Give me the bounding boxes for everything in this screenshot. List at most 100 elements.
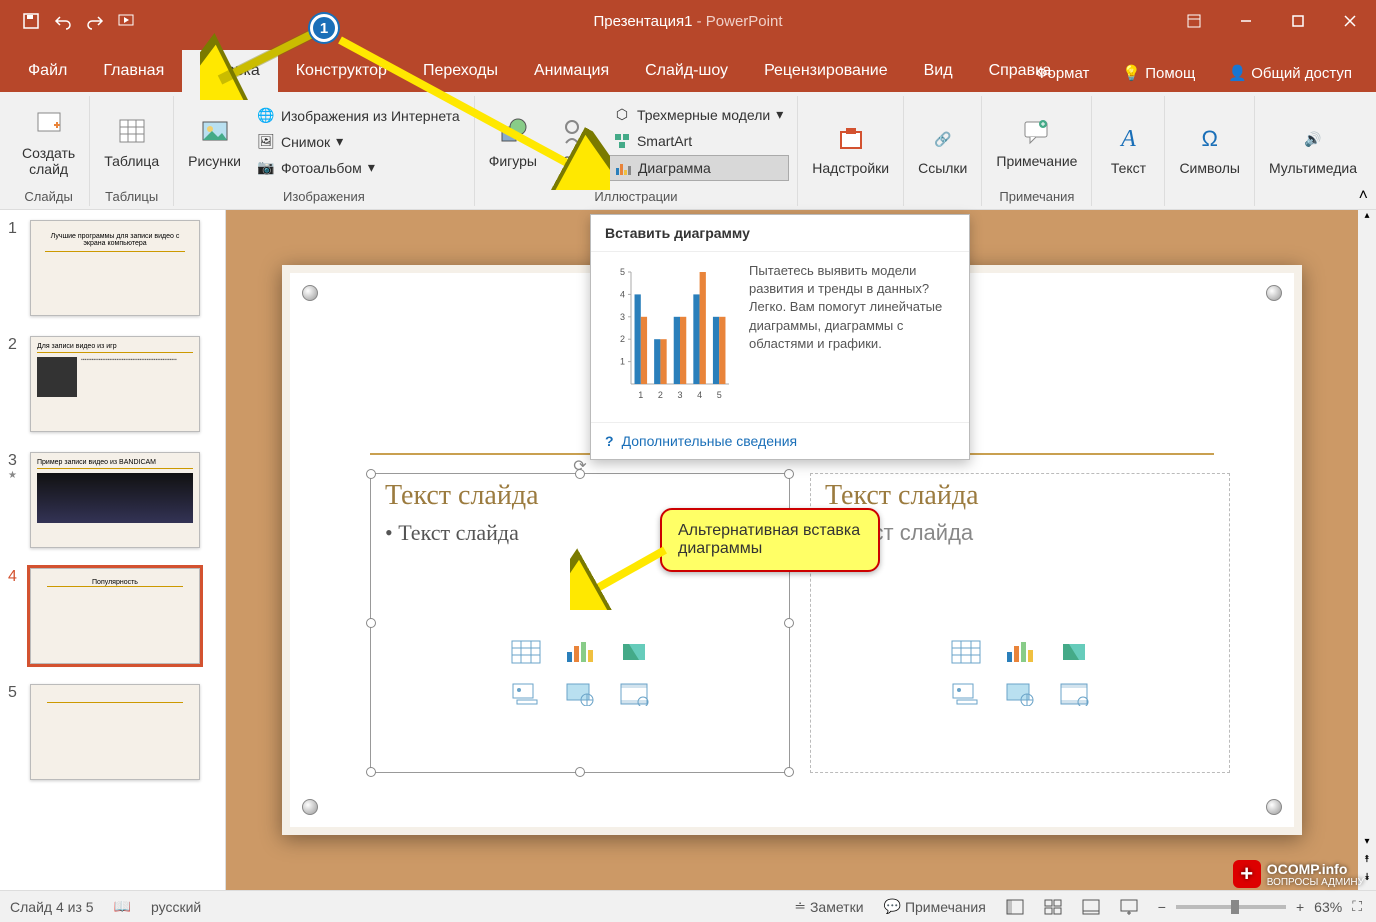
tab-review[interactable]: Рецензирование bbox=[746, 50, 906, 92]
decorative-rivet bbox=[1266, 799, 1282, 815]
tellme-button[interactable]: 💡 Помощ bbox=[1108, 54, 1209, 92]
insert-table-icon[interactable] bbox=[948, 638, 984, 666]
resize-handle[interactable] bbox=[575, 767, 585, 777]
tab-view[interactable]: Вид bbox=[906, 50, 971, 92]
tooltip-more-info-link[interactable]: ? Дополнительные сведения bbox=[591, 422, 969, 459]
insert-smartart-icon[interactable] bbox=[616, 638, 652, 666]
text-button[interactable]: AТекст bbox=[1100, 118, 1156, 180]
zoom-out-icon[interactable]: − bbox=[1154, 897, 1170, 917]
insert-online-picture-icon[interactable] bbox=[1002, 680, 1038, 708]
chart-button[interactable]: Диаграмма bbox=[607, 155, 789, 181]
resize-handle[interactable] bbox=[784, 618, 794, 628]
shapes-icon bbox=[496, 115, 530, 149]
tab-slideshow[interactable]: Слайд-шоу bbox=[627, 50, 746, 92]
close-icon[interactable] bbox=[1324, 0, 1376, 42]
svg-text:2: 2 bbox=[620, 334, 625, 344]
resize-handle[interactable] bbox=[784, 469, 794, 479]
screenshot-icon: 🖼 bbox=[257, 133, 275, 151]
links-button[interactable]: 🔗Ссылки bbox=[912, 118, 973, 180]
sorter-view-icon[interactable] bbox=[1040, 897, 1066, 917]
insert-video-icon[interactable] bbox=[1056, 680, 1092, 708]
fit-to-window-icon[interactable]: ⛶ bbox=[1348, 896, 1366, 917]
resize-handle[interactable] bbox=[366, 618, 376, 628]
thumb-2[interactable]: Для записи видео из игр▪▪▪▪▪▪▪▪▪▪▪▪▪▪▪▪▪… bbox=[30, 336, 200, 432]
insert-video-icon[interactable] bbox=[616, 680, 652, 708]
comment-button[interactable]: Примечание bbox=[990, 111, 1083, 173]
zoom-in-icon[interactable]: + bbox=[1292, 897, 1308, 917]
resize-handle[interactable] bbox=[366, 469, 376, 479]
reading-view-icon[interactable] bbox=[1078, 897, 1104, 917]
thumb-number: 1 bbox=[8, 220, 22, 238]
screenshot-button[interactable]: 🖼Снимок ▾ bbox=[251, 130, 466, 154]
watermark: + OCOMP.infoВОПРОСЫ АДМИНУ bbox=[1233, 860, 1364, 888]
collapse-ribbon-icon[interactable]: ˄ bbox=[1359, 187, 1368, 205]
media-button[interactable]: 🔊Мультимедиа bbox=[1263, 118, 1363, 180]
3d-models-button[interactable]: ⬡Трехмерные модели ▾ bbox=[607, 103, 789, 127]
insert-picture-icon[interactable] bbox=[508, 680, 544, 708]
annotation-marker-1: 1 bbox=[310, 14, 338, 42]
decorative-rivet bbox=[302, 285, 318, 301]
photo-album-button[interactable]: 📷Фотоальбом ▾ bbox=[251, 156, 466, 180]
ribbon-display-icon[interactable] bbox=[1168, 0, 1220, 42]
tooltip-title: Вставить диаграмму bbox=[591, 215, 969, 252]
table-button[interactable]: Таблица bbox=[98, 111, 165, 173]
comments-button[interactable]: 💬 Примечания bbox=[880, 896, 990, 917]
insert-picture-icon[interactable] bbox=[948, 680, 984, 708]
notes-button[interactable]: ≐ Заметки bbox=[790, 896, 867, 917]
redo-icon[interactable] bbox=[84, 10, 106, 32]
share-button[interactable]: 👤 Общий доступ bbox=[1214, 54, 1366, 92]
group-slides-label: Слайды bbox=[24, 187, 72, 206]
start-slideshow-icon[interactable] bbox=[116, 10, 138, 32]
spellcheck-icon[interactable]: 📖 bbox=[110, 896, 135, 917]
shapes-button[interactable]: Фигуры bbox=[483, 111, 543, 173]
group-illustrations-label: Иллюстрации bbox=[594, 187, 677, 206]
scroll-up-icon[interactable]: ▴ bbox=[1358, 210, 1376, 228]
svg-text:4: 4 bbox=[697, 390, 702, 400]
insert-online-picture-icon[interactable] bbox=[562, 680, 598, 708]
online-pictures-icon: 🌐 bbox=[257, 107, 275, 125]
ribbon: Создать слайд Слайды Таблица Таблицы Рис… bbox=[0, 92, 1376, 210]
zoom-level[interactable]: 63% bbox=[1314, 899, 1342, 915]
slideshow-view-icon[interactable] bbox=[1116, 897, 1142, 917]
thumb-1[interactable]: Лучшие программы для записи видео с экра… bbox=[30, 220, 200, 316]
insert-chart-icon[interactable] bbox=[1002, 638, 1038, 666]
insert-table-icon[interactable] bbox=[508, 638, 544, 666]
tab-animations[interactable]: Анимация bbox=[516, 50, 627, 92]
resize-handle[interactable] bbox=[575, 469, 585, 479]
thumb-4[interactable]: Популярность bbox=[30, 568, 200, 664]
online-pictures-button[interactable]: 🌐Изображения из Интернета bbox=[251, 104, 466, 128]
tab-home[interactable]: Главная bbox=[85, 50, 182, 92]
tab-transitions[interactable]: Переходы bbox=[405, 50, 516, 92]
save-icon[interactable] bbox=[20, 10, 42, 32]
maximize-icon[interactable] bbox=[1272, 0, 1324, 42]
symbols-button[interactable]: ΩСимволы bbox=[1173, 118, 1246, 180]
undo-icon[interactable] bbox=[52, 10, 74, 32]
thumb-5[interactable] bbox=[30, 684, 200, 780]
minimize-icon[interactable] bbox=[1220, 0, 1272, 42]
addins-button[interactable]: Надстройки bbox=[806, 118, 895, 180]
insert-chart-icon[interactable] bbox=[562, 638, 598, 666]
tab-insert[interactable]: Вставка bbox=[182, 50, 277, 92]
svg-text:3: 3 bbox=[620, 312, 625, 322]
chart-tooltip: Вставить диаграмму 1234512345 Пытаетесь … bbox=[590, 214, 970, 460]
vertical-scrollbar[interactable]: ▴ ▾ ⯭ ⯯ bbox=[1358, 210, 1376, 890]
pictures-button[interactable]: Рисунки bbox=[182, 111, 247, 173]
tab-file[interactable]: Файл bbox=[10, 50, 85, 92]
thumb-3[interactable]: Пример записи видео из BANDICAM bbox=[30, 452, 200, 548]
smartart-button[interactable]: SmartArt bbox=[607, 129, 789, 153]
insert-smartart-icon[interactable] bbox=[1056, 638, 1092, 666]
zoom-slider[interactable] bbox=[1176, 905, 1286, 909]
resize-handle[interactable] bbox=[784, 767, 794, 777]
photo-album-icon: 📷 bbox=[257, 159, 275, 177]
watermark-icon: + bbox=[1233, 860, 1261, 888]
normal-view-icon[interactable] bbox=[1002, 897, 1028, 917]
new-slide-button[interactable]: Создать слайд bbox=[16, 103, 81, 181]
tab-format[interactable]: Формат bbox=[1022, 55, 1103, 92]
svg-text:5: 5 bbox=[717, 390, 722, 400]
status-language[interactable]: русский bbox=[151, 899, 201, 915]
icons-button[interactable]: Зна bbox=[547, 111, 603, 173]
scroll-down-icon[interactable]: ▾ bbox=[1358, 836, 1376, 854]
tab-design[interactable]: Конструктор bbox=[278, 50, 405, 92]
new-slide-icon bbox=[32, 107, 66, 141]
resize-handle[interactable] bbox=[366, 767, 376, 777]
